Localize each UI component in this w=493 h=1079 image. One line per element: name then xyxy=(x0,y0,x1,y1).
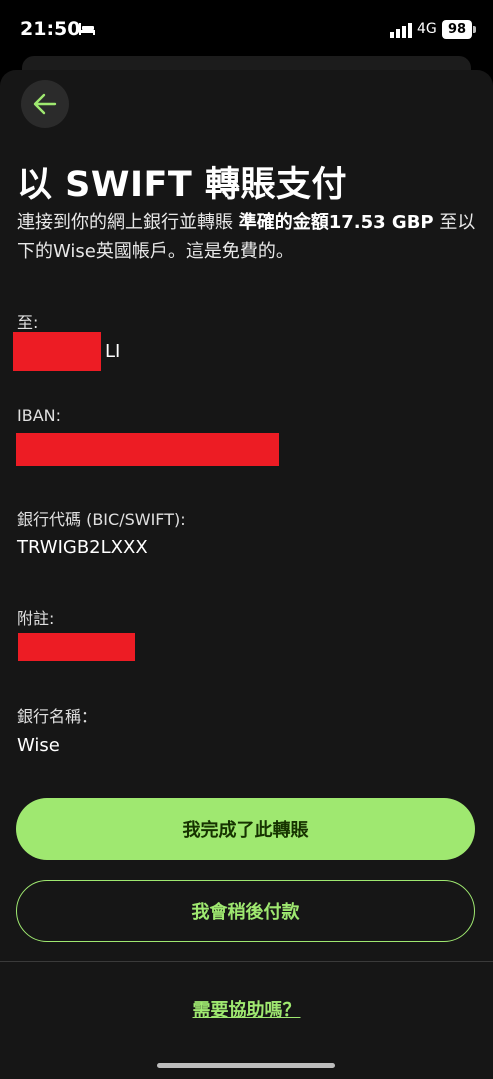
reference-label: 附註: xyxy=(17,609,55,628)
status-time: 21:50 xyxy=(20,18,81,40)
bic-label: 銀行代碼 (BIC/SWIFT): xyxy=(17,510,186,529)
bic-value[interactable]: TRWIGB2LXXX xyxy=(17,537,148,558)
battery-tip xyxy=(473,26,476,33)
instruction-prefix: 連接到你的網上銀行並轉賬 xyxy=(17,212,239,233)
iban-redaction[interactable] xyxy=(16,433,279,466)
page-title: 以 SWIFT 轉賬支付 xyxy=(17,165,347,205)
pay-later-button[interactable]: 我會稍後付款 xyxy=(16,880,475,942)
help-link[interactable]: 需要協助嗎？ xyxy=(0,996,493,1022)
recipient-label: 至: xyxy=(17,313,39,332)
bank-name-value[interactable]: Wise xyxy=(17,735,60,756)
recipient-redaction xyxy=(13,332,101,371)
home-indicator xyxy=(157,1063,335,1068)
bed-icon xyxy=(79,23,95,35)
network-label: 4G xyxy=(417,21,437,37)
arrow-left-icon xyxy=(33,93,57,115)
bank-name-label: 銀行名稱： xyxy=(17,707,98,726)
signal-icon xyxy=(390,23,412,38)
transfer-done-button[interactable]: 我完成了此轉賬 xyxy=(16,798,475,860)
back-button[interactable] xyxy=(21,80,69,128)
iban-label: IBAN: xyxy=(17,406,61,425)
recipient-value[interactable]: LI xyxy=(105,341,120,362)
reference-redaction[interactable] xyxy=(18,633,135,661)
battery-indicator: 98 xyxy=(442,20,472,39)
instruction-text: 連接到你的網上銀行並轉賬 準確的金額17.53 GBP 至以下的Wise英國帳戶… xyxy=(17,208,477,266)
instruction-amount: 準確的金額17.53 GBP xyxy=(238,212,434,233)
divider xyxy=(0,961,493,962)
status-bar: 21:50 4G 98 xyxy=(0,0,493,60)
